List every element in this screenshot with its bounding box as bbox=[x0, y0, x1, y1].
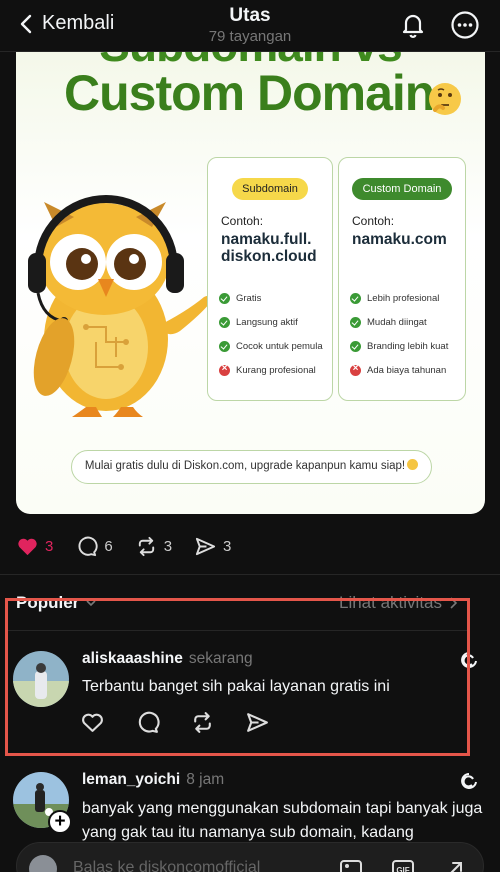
top-bar: Kembali Utas 79 tayangan bbox=[0, 0, 500, 52]
contoh-label: Contoh: bbox=[352, 214, 395, 228]
like-count: 3 bbox=[45, 537, 54, 555]
repost-button[interactable]: 3 bbox=[135, 535, 172, 558]
more-options-icon[interactable] bbox=[450, 10, 480, 40]
example-domain: namaku.com bbox=[352, 231, 447, 248]
reply-text: banyak yang menggunakan subdomain tapi b… bbox=[82, 800, 483, 841]
example-domain: namaku.full. diskon.cloud bbox=[221, 231, 317, 265]
contoh-label: Contoh: bbox=[221, 214, 264, 228]
check-icon bbox=[350, 340, 361, 352]
reply-input[interactable]: Balas ke diskoncomofficial bbox=[73, 859, 260, 872]
check-icon bbox=[219, 340, 230, 352]
avatar[interactable] bbox=[13, 651, 69, 707]
post-actions: 3 6 3 3 bbox=[16, 534, 253, 558]
image-title: Custom Domain bbox=[64, 65, 435, 121]
check-icon bbox=[219, 292, 230, 304]
reply-username[interactable]: leman_yoichi 8 jam bbox=[82, 771, 224, 789]
feature-item: Lebih profesional bbox=[350, 286, 462, 310]
cross-icon bbox=[350, 363, 361, 376]
check-icon bbox=[350, 316, 361, 328]
image-icon[interactable] bbox=[337, 855, 365, 872]
avatar bbox=[29, 855, 57, 872]
owl-mascot-illustration bbox=[28, 195, 211, 417]
feature-item: Langsung aktif bbox=[219, 310, 331, 334]
feature-item: Mudah diingat bbox=[350, 310, 462, 334]
thinking-face-icon bbox=[429, 83, 461, 115]
check-icon bbox=[350, 292, 361, 304]
custom-domain-card: Custom Domain Contoh: namaku.com Lebih p… bbox=[338, 157, 466, 401]
grin-emoji-icon bbox=[407, 459, 419, 470]
custom-domain-pill: Custom Domain bbox=[352, 178, 452, 200]
svg-text:GIF: GIF bbox=[396, 866, 409, 872]
reply-time: 8 jam bbox=[186, 771, 225, 788]
gif-icon[interactable]: GIF bbox=[389, 855, 417, 872]
share-button[interactable]: 3 bbox=[194, 535, 231, 558]
reply-username[interactable]: aliskaaashine sekarang bbox=[82, 650, 253, 668]
chevron-down-icon bbox=[86, 600, 96, 607]
send-icon bbox=[195, 537, 216, 555]
feature-list: Gratis Langsung aktif Cocok untuk pemula… bbox=[219, 286, 331, 382]
send-icon[interactable] bbox=[245, 710, 270, 735]
comment-button[interactable]: 6 bbox=[75, 535, 113, 558]
subdomain-pill: Subdomain bbox=[232, 178, 308, 200]
bell-icon[interactable] bbox=[398, 10, 428, 40]
subdomain-card: Subdomain Contoh: namaku.full. diskon.cl… bbox=[207, 157, 333, 401]
sort-dropdown[interactable]: Populer bbox=[16, 593, 97, 613]
view-activity-label: Lihat aktivitas bbox=[339, 593, 442, 612]
cross-icon bbox=[219, 363, 230, 376]
promo-banner: Mulai gratis dulu di Diskon.com, upgrade… bbox=[71, 450, 432, 484]
threads-logo-icon bbox=[461, 773, 477, 789]
comment-icon[interactable] bbox=[135, 710, 160, 735]
reply-text: Terbantu banget sih pakai layanan gratis… bbox=[82, 678, 390, 695]
sort-label: Populer bbox=[16, 593, 80, 612]
share-count: 3 bbox=[223, 537, 232, 555]
feature-item: Cocok untuk pemula bbox=[219, 334, 331, 358]
repost-icon[interactable] bbox=[190, 710, 215, 735]
comment-count: 6 bbox=[104, 537, 113, 555]
threads-logo-icon bbox=[461, 652, 477, 668]
expand-icon[interactable] bbox=[441, 855, 469, 872]
post-image[interactable]: Subdomain vs Custom Domain Subdomain Con… bbox=[16, 52, 485, 514]
heart-icon[interactable] bbox=[80, 710, 105, 735]
follow-plus-icon[interactable]: + bbox=[48, 810, 72, 834]
feature-list: Lebih profesional Mudah diingat Branding… bbox=[350, 286, 462, 382]
feature-item: Kurang profesional bbox=[219, 358, 331, 382]
divider bbox=[6, 630, 468, 631]
feature-item: Ada biaya tahunan bbox=[350, 358, 462, 382]
divider bbox=[0, 574, 500, 575]
comment-icon bbox=[78, 536, 98, 556]
heart-filled-icon bbox=[18, 538, 37, 555]
reply-actions bbox=[80, 710, 270, 735]
reply-time: sekarang bbox=[188, 650, 253, 667]
check-icon bbox=[219, 316, 230, 328]
feature-item: Branding lebih kuat bbox=[350, 334, 462, 358]
repost-icon bbox=[138, 536, 154, 556]
chevron-right-icon bbox=[450, 597, 458, 609]
like-button[interactable]: 3 bbox=[16, 535, 53, 558]
reply-input-bar[interactable]: Balas ke diskoncomofficial GIF bbox=[16, 842, 484, 872]
feature-item: Gratis bbox=[219, 286, 331, 310]
repost-count: 3 bbox=[163, 537, 173, 555]
view-activity-link[interactable]: Lihat aktivitas bbox=[339, 593, 458, 613]
